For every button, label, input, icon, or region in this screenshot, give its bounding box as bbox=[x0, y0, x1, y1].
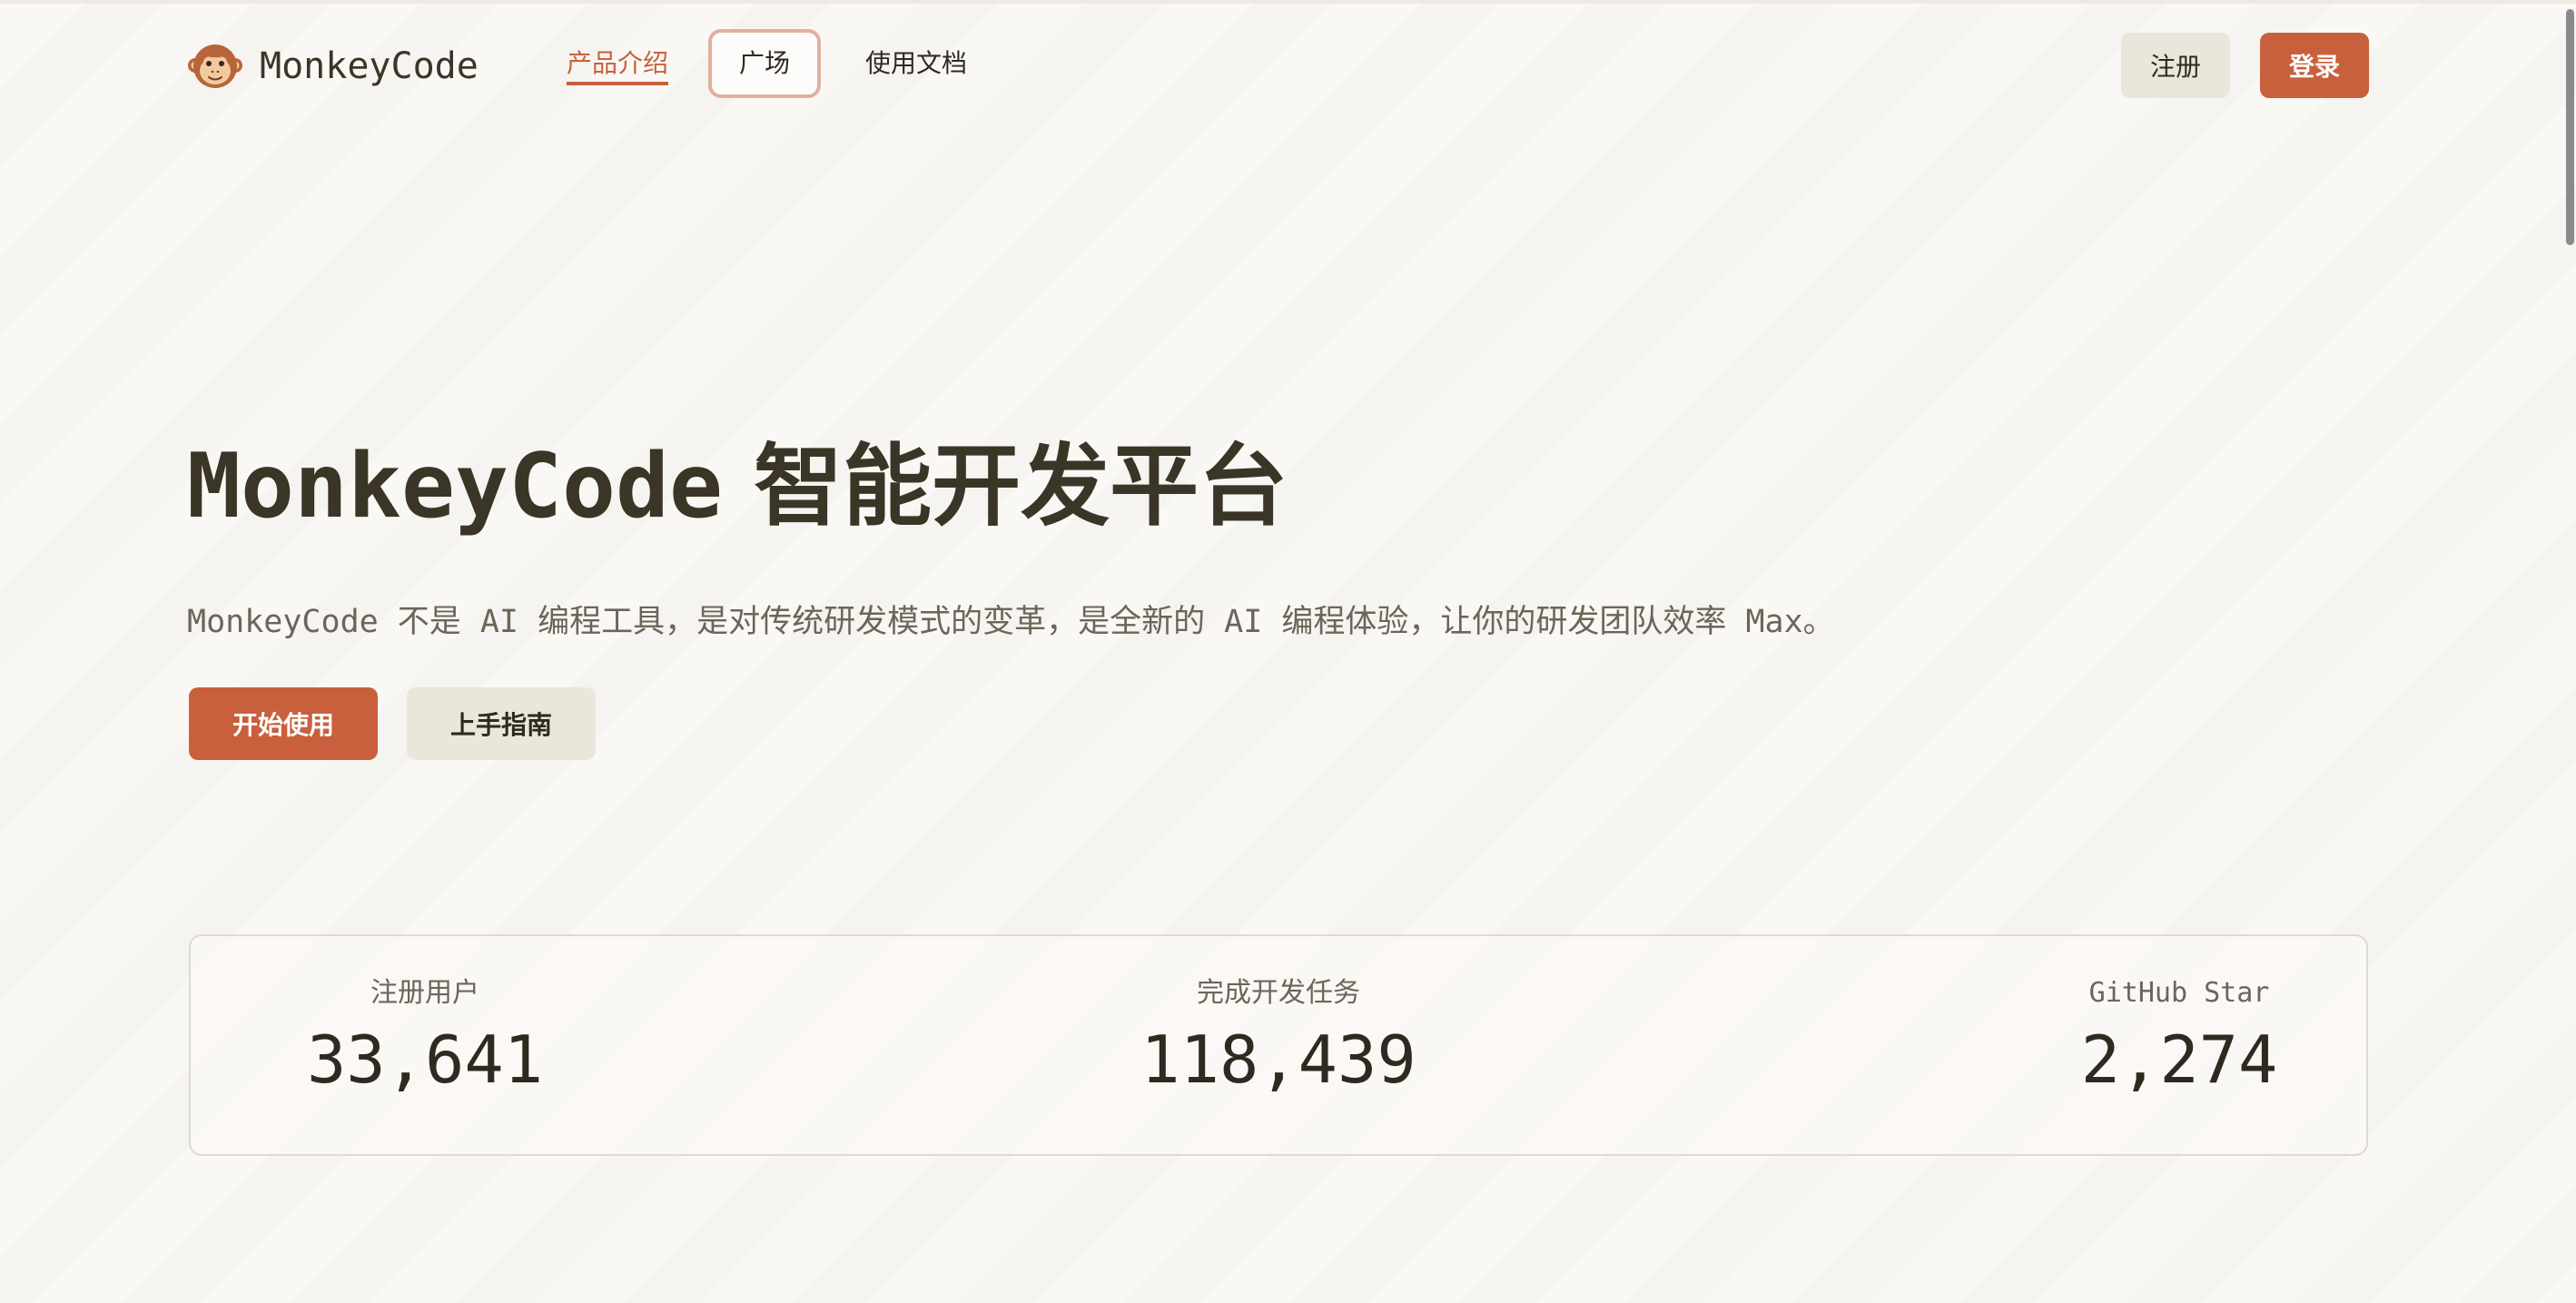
stat-label: 完成开发任务 bbox=[1197, 977, 1360, 1009]
stat-label: GitHub Star bbox=[2088, 977, 2270, 1009]
login-button[interactable]: 登录 bbox=[2260, 33, 2369, 98]
quick-start-guide-button[interactable]: 上手指南 bbox=[407, 687, 596, 760]
nav-plaza[interactable]: 广场 bbox=[708, 29, 821, 98]
stat-value: 33,641 bbox=[306, 1022, 544, 1098]
register-button[interactable]: 注册 bbox=[2121, 33, 2230, 98]
nav-docs[interactable]: 使用文档 bbox=[865, 51, 967, 76]
stat-registered-users: 注册用户 33,641 bbox=[306, 977, 544, 1098]
window-top-edge bbox=[0, 0, 2576, 4]
page-scrollbar[interactable] bbox=[2563, 0, 2576, 1303]
page-title: MonkeyCode 智能开发平台 bbox=[187, 436, 1288, 538]
title-rest: 智能开发平台 bbox=[754, 435, 1288, 538]
hero-subtitle: MonkeyCode 不是 AI 编程工具，是对传统研发模式的变革，是全新的 A… bbox=[187, 604, 1835, 640]
logo[interactable]: MonkeyCode bbox=[187, 38, 479, 94]
stat-value: 2,274 bbox=[2080, 1022, 2278, 1098]
stat-github-stars: GitHub Star 2,274 bbox=[2043, 977, 2315, 1098]
stat-value: 118,439 bbox=[1140, 1022, 1416, 1098]
stat-completed-tasks: 完成开发任务 118,439 bbox=[1124, 977, 1433, 1098]
scrollbar-thumb[interactable] bbox=[2566, 9, 2574, 245]
nav-product-intro[interactable]: 产品介绍 bbox=[567, 51, 669, 85]
title-brand: MonkeyCode bbox=[187, 435, 724, 538]
get-started-button[interactable]: 开始使用 bbox=[189, 687, 378, 760]
monkey-face-icon bbox=[188, 44, 242, 88]
stat-label: 注册用户 bbox=[370, 977, 479, 1009]
logo-text: MonkeyCode bbox=[260, 45, 479, 87]
stats-card: 注册用户 33,641 完成开发任务 118,439 GitHub Star 2… bbox=[189, 934, 2368, 1156]
